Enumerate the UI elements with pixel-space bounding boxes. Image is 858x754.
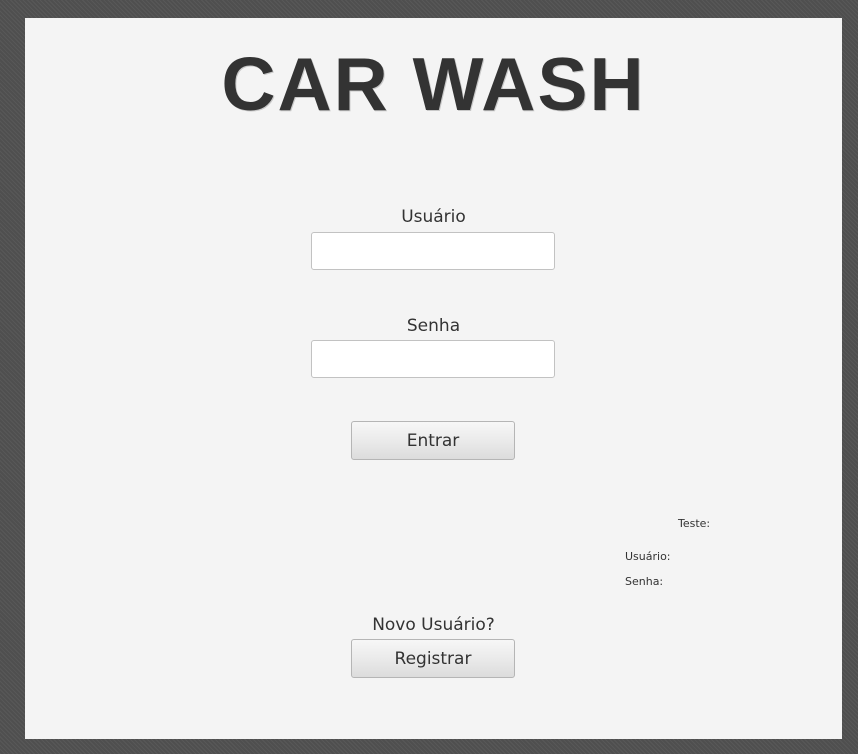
login-button[interactable]: Entrar: [351, 421, 515, 460]
password-input[interactable]: [311, 340, 555, 378]
debug-title: Teste:: [678, 517, 711, 530]
register-button[interactable]: Registrar: [351, 639, 515, 678]
password-label: Senha: [406, 316, 461, 336]
debug-username-label: Usuário:: [625, 550, 671, 563]
username-input[interactable]: [311, 232, 555, 270]
login-window: CAR WASH Usuário Senha Entrar Teste: Usu…: [25, 18, 842, 739]
username-label: Usuário: [401, 207, 466, 227]
debug-password-label: Senha:: [625, 575, 664, 588]
new-user-prompt: Novo Usuário?: [372, 615, 495, 635]
app-title: CAR WASH: [221, 42, 646, 126]
